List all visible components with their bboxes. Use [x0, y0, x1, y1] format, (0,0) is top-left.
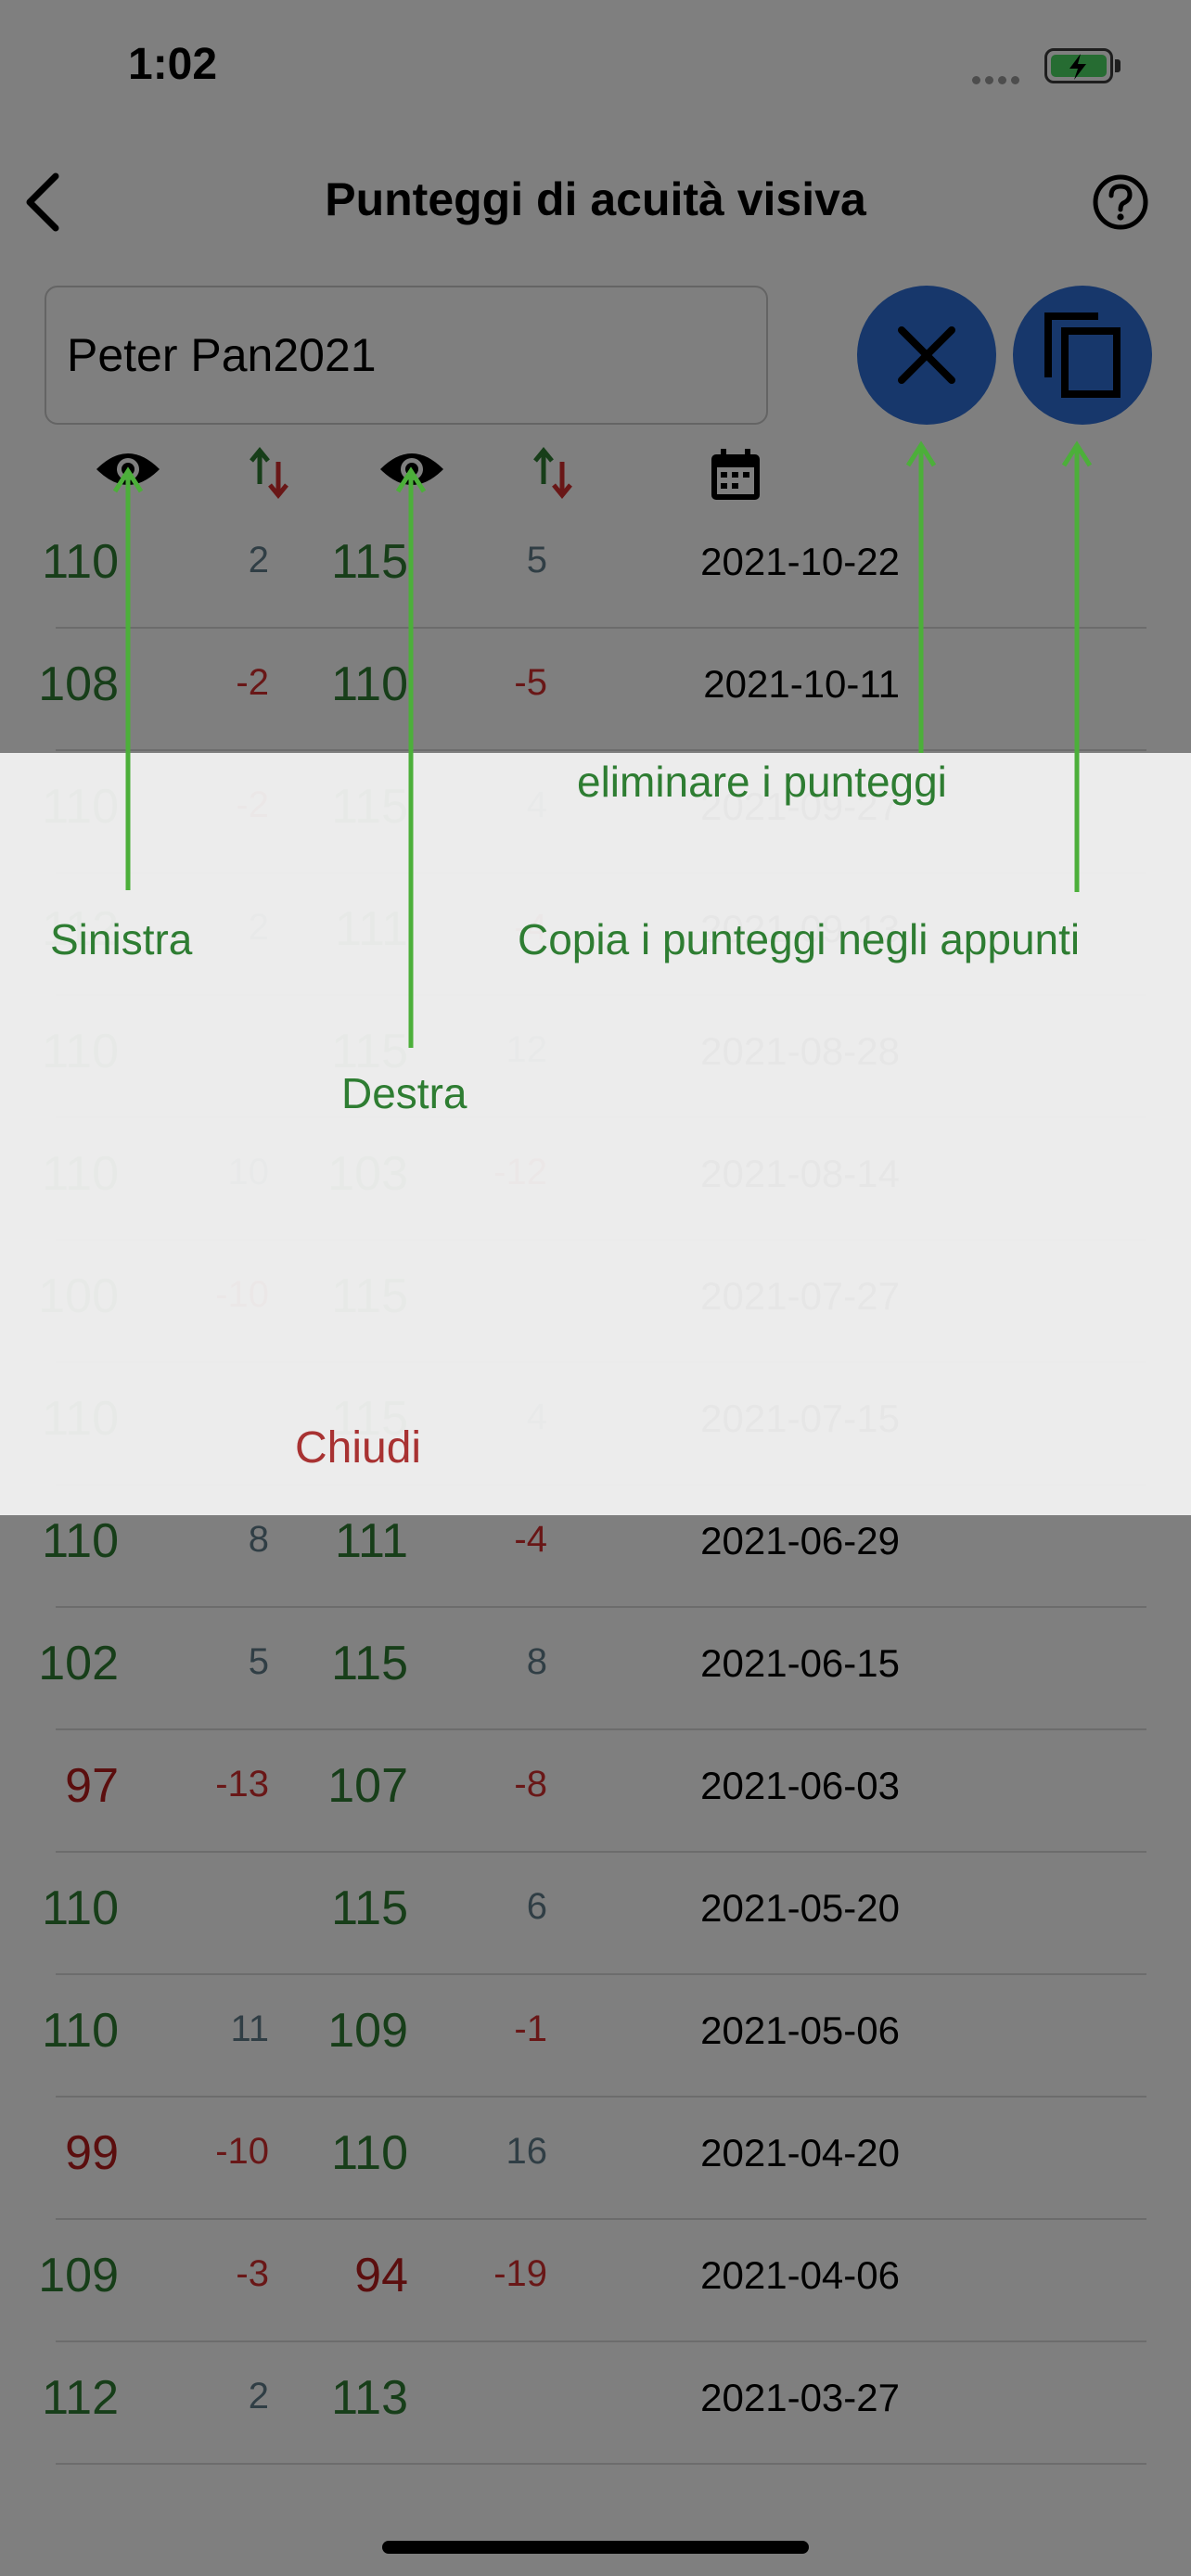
help-arrows	[112, 440, 1093, 1048]
app-screen: 1:02 Punteggi di acuità visiva	[0, 0, 1191, 2576]
home-indicator	[382, 2541, 809, 2554]
